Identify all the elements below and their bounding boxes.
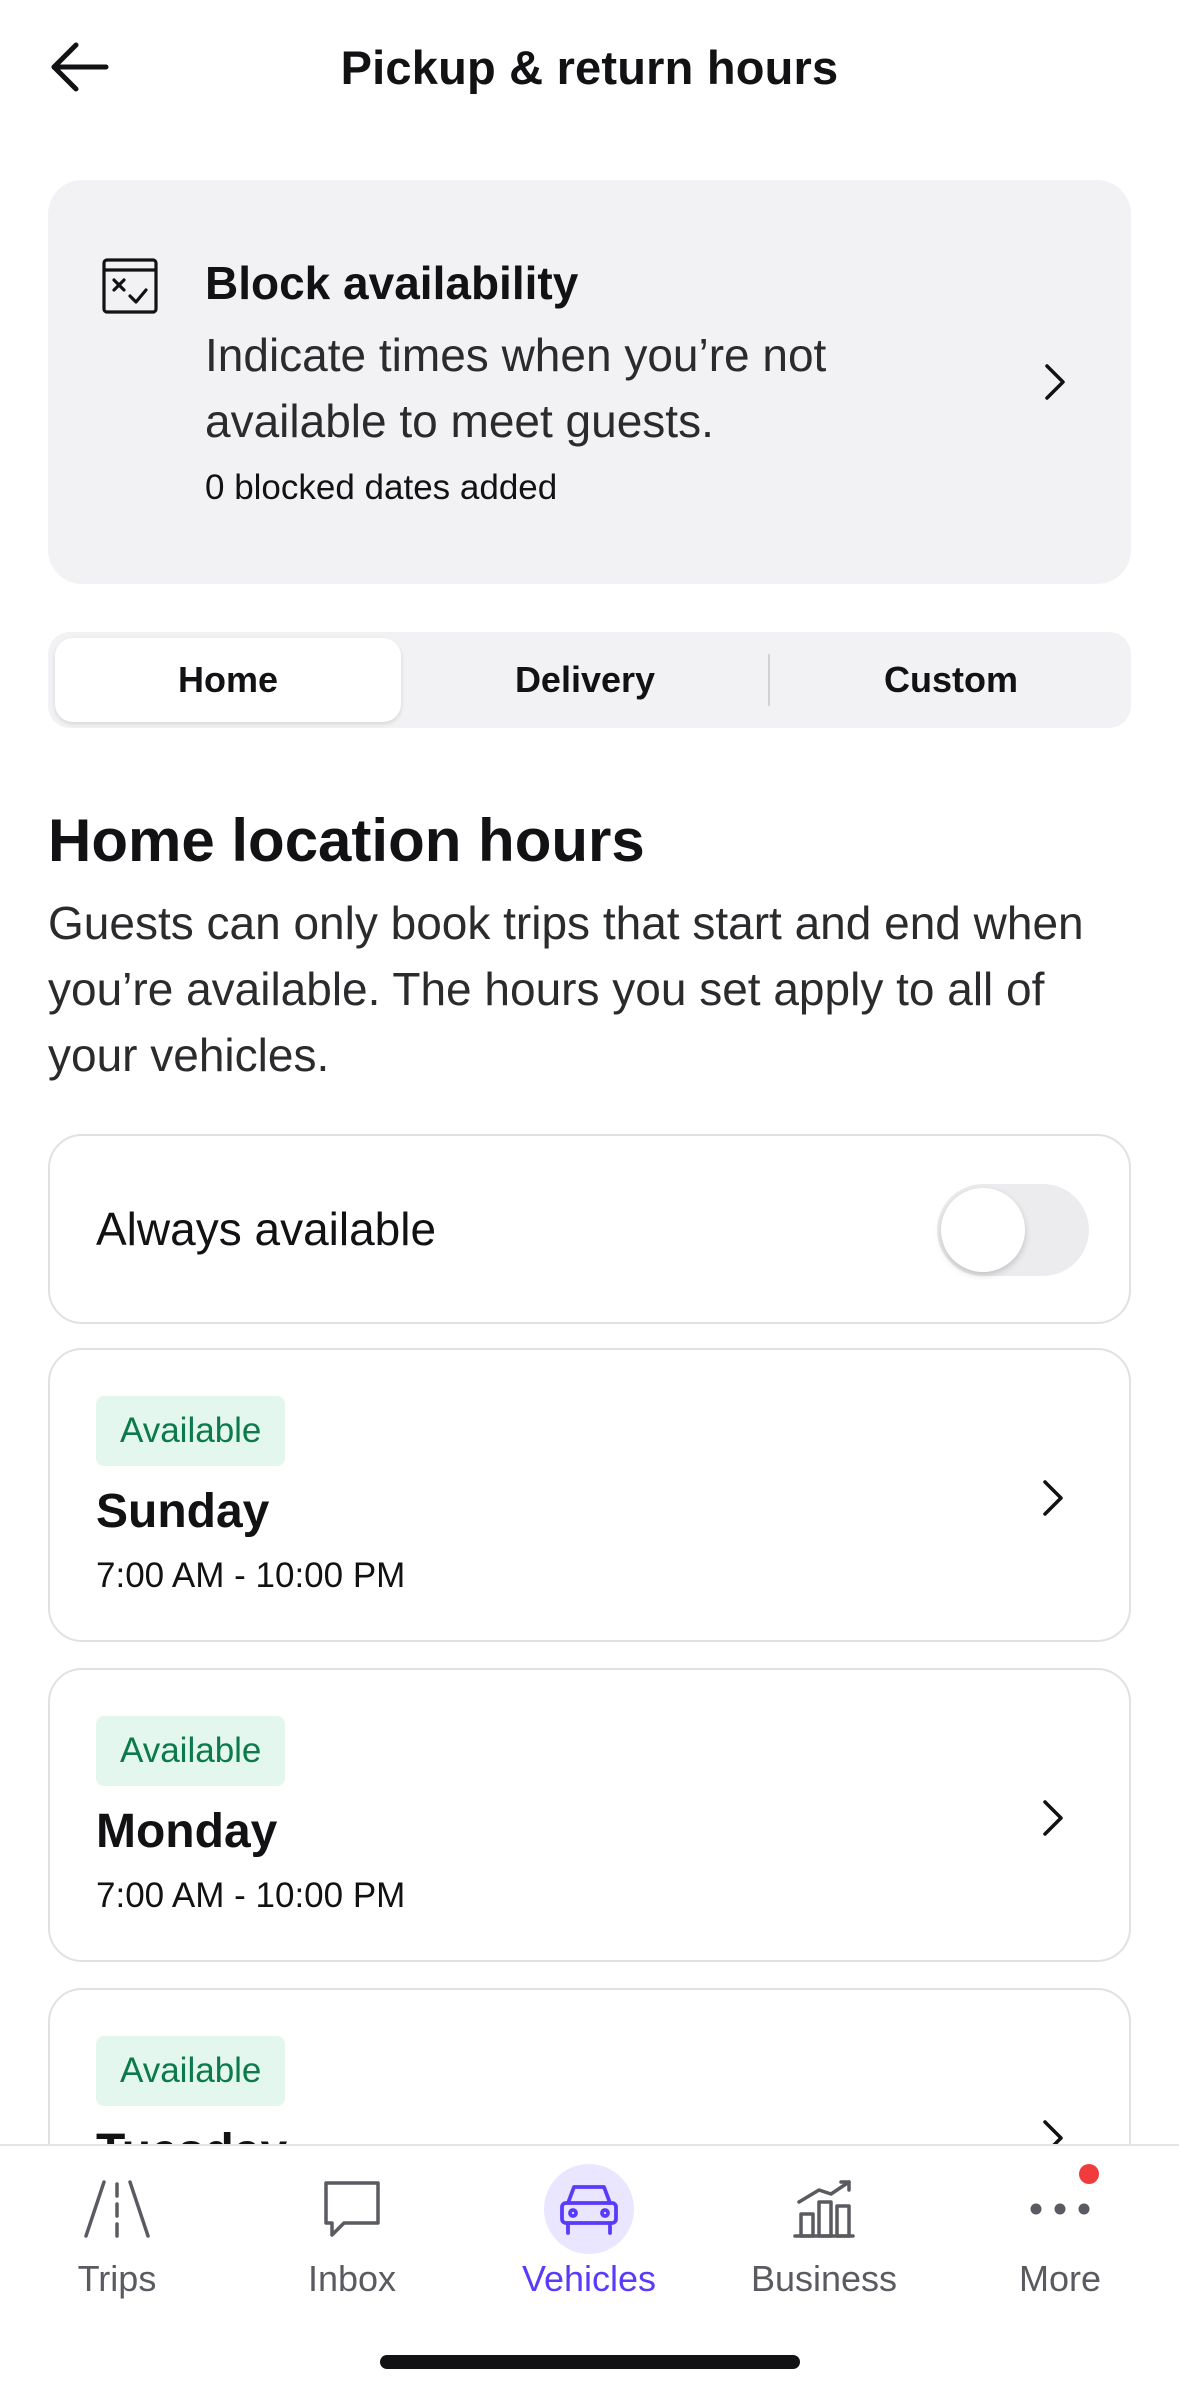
nav-label: More (1018, 2258, 1102, 2299)
notification-dot (1079, 2164, 1099, 2184)
day-name: Monday (96, 1805, 278, 1858)
home-indicator (380, 2355, 800, 2369)
chevron-right-icon (1043, 1480, 1063, 1516)
day-card-sunday[interactable]: Available Sunday 7:00 AM - 10:00 PM (48, 1348, 1131, 1642)
nav-label: Vehicles (521, 2258, 657, 2299)
nav-label: Trips (77, 2258, 157, 2299)
nav-trips[interactable]: Trips (17, 2164, 217, 2324)
day-card-monday[interactable]: Available Monday 7:00 AM - 10:00 PM (48, 1668, 1131, 1962)
tab-delivery[interactable]: Delivery (410, 638, 760, 722)
road-icon (72, 2164, 162, 2254)
status-badge: Available (96, 1716, 286, 1786)
bar-chart-icon (779, 2164, 869, 2254)
tab-divider (768, 654, 770, 706)
car-icon (544, 2164, 634, 2254)
blocked-dates-count: 0 blocked dates added (205, 468, 558, 507)
location-type-tabs: Home Delivery Custom (48, 632, 1131, 728)
nav-business[interactable]: Business (724, 2164, 924, 2324)
calendar-x-check-icon (102, 258, 158, 314)
section-title: Home location hours (48, 807, 645, 874)
tab-home[interactable]: Home (55, 638, 401, 722)
more-dots-icon (1015, 2164, 1105, 2254)
chevron-right-icon (1045, 364, 1065, 400)
chat-bubble-icon (307, 2164, 397, 2254)
day-hours: 7:00 AM - 10:00 PM (96, 1876, 406, 1915)
nav-label: Business (750, 2258, 898, 2299)
status-badge: Available (96, 1396, 286, 1466)
always-available-row: Always available (48, 1134, 1131, 1324)
toggle-knob (941, 1188, 1025, 1272)
status-badge: Available (96, 2036, 286, 2106)
nav-vehicles[interactable]: Vehicles (489, 2164, 689, 2324)
header: Pickup & return hours (0, 0, 1179, 140)
block-availability-card[interactable]: Block availability Indicate times when y… (48, 180, 1131, 584)
day-hours: 7:00 AM - 10:00 PM (96, 1556, 406, 1595)
always-available-toggle[interactable] (937, 1184, 1089, 1276)
chevron-right-icon (1043, 1800, 1063, 1836)
nav-more[interactable]: More (960, 2164, 1160, 2324)
nav-label: Inbox (307, 2258, 397, 2299)
block-availability-title: Block availability (205, 257, 579, 309)
block-availability-description: Indicate times when you’re not available… (205, 329, 827, 447)
nav-inbox[interactable]: Inbox (252, 2164, 452, 2324)
always-available-label: Always available (96, 1203, 437, 1255)
section-description: Guests can only book trips that start an… (48, 897, 1084, 1081)
tab-custom[interactable]: Custom (776, 638, 1126, 722)
day-name: Sunday (96, 1485, 270, 1538)
page-title: Pickup & return hours (340, 41, 839, 94)
